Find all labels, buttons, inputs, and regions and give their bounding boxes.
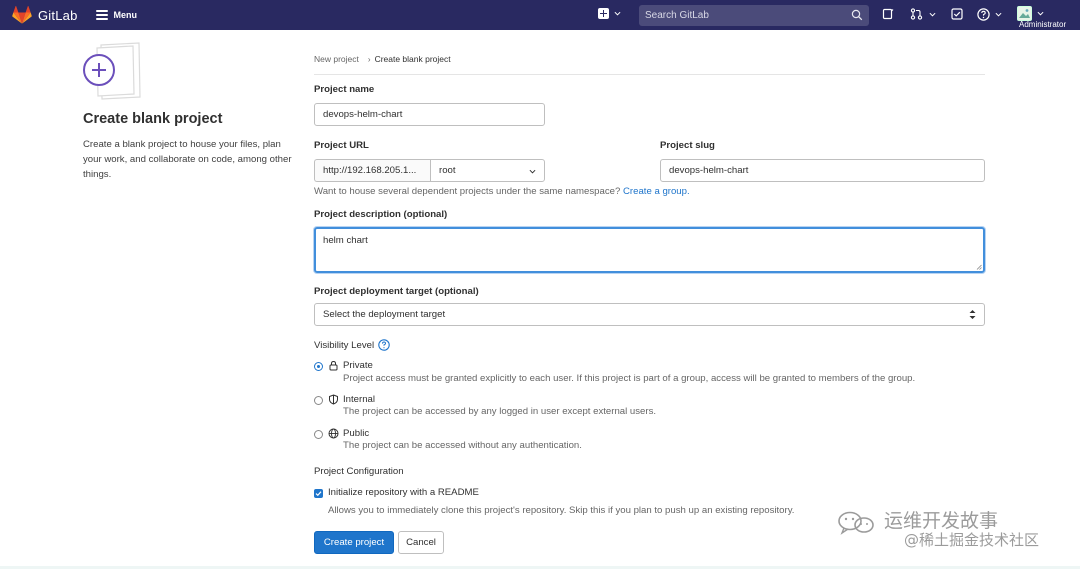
wechat-logo-icon bbox=[838, 511, 874, 535]
visibility-internal-title: Internal bbox=[343, 394, 375, 405]
watermark-subtitle: @稀土掘金技术社区 bbox=[904, 531, 1040, 549]
cancel-button[interactable]: Cancel bbox=[398, 531, 444, 554]
deployment-target-select[interactable]: Select the deployment target bbox=[314, 303, 985, 326]
project-configuration-heading: Project Configuration bbox=[314, 466, 404, 477]
issues-icon bbox=[882, 8, 894, 20]
visibility-public-title: Public bbox=[343, 428, 370, 439]
chevron-down-icon bbox=[1037, 11, 1044, 16]
readme-description: Allows you to immediately clone this pro… bbox=[328, 505, 795, 516]
description-value: helm chart bbox=[323, 235, 368, 246]
search-icon bbox=[851, 9, 863, 21]
project-name-input[interactable] bbox=[323, 109, 544, 120]
readme-checkbox[interactable] bbox=[314, 489, 323, 498]
visibility-public-description: The project can be accessed without any … bbox=[343, 440, 582, 451]
lock-icon bbox=[329, 360, 338, 371]
project-slug-field[interactable] bbox=[660, 159, 985, 182]
page-description: Create a blank project to house your fil… bbox=[83, 139, 292, 180]
namespace-select[interactable]: root bbox=[430, 159, 545, 182]
user-name-label: Administrator bbox=[1019, 20, 1067, 29]
project-name-label: Project name bbox=[314, 84, 375, 95]
resize-handle-icon[interactable] bbox=[976, 264, 982, 270]
check-icon bbox=[315, 491, 322, 497]
create-group-link[interactable]: Create a group. bbox=[623, 186, 690, 197]
visibility-internal-option[interactable]: Internal bbox=[328, 394, 375, 405]
visibility-private-option[interactable]: Private bbox=[328, 360, 373, 371]
chevron-down-icon bbox=[929, 12, 936, 17]
project-name-field[interactable] bbox=[314, 103, 545, 126]
blank-project-illustration-icon bbox=[83, 42, 141, 100]
breadcrumb: New project › Create blank project bbox=[314, 54, 451, 64]
chevron-right-icon: › bbox=[367, 54, 371, 64]
deployment-target-value: Select the deployment target bbox=[323, 309, 446, 320]
description-label: Project description (optional) bbox=[314, 209, 448, 220]
breadcrumb-current: Create blank project bbox=[374, 54, 451, 64]
chevron-down-icon bbox=[995, 12, 1002, 17]
chevron-down-icon bbox=[614, 11, 621, 16]
deployment-target-label: Project deployment target (optional) bbox=[314, 286, 479, 297]
chevron-down-icon bbox=[529, 169, 536, 174]
gitlab-logo-icon bbox=[12, 6, 32, 24]
divider bbox=[314, 74, 985, 75]
visibility-private-radio[interactable] bbox=[314, 362, 323, 371]
brand-name: GitLab bbox=[38, 7, 78, 23]
project-url-prefix: http://192.168.205.1... bbox=[314, 159, 430, 182]
search-input[interactable] bbox=[645, 10, 840, 21]
namespace-value: root bbox=[439, 165, 456, 176]
help-question-icon bbox=[977, 8, 990, 21]
project-url-label: Project URL bbox=[314, 140, 369, 151]
visibility-internal-description: The project can be accessed by any logge… bbox=[343, 406, 657, 417]
user-menu[interactable] bbox=[1017, 6, 1044, 21]
search-box[interactable] bbox=[639, 5, 869, 26]
visibility-label: Visibility Level bbox=[314, 339, 375, 351]
visibility-level-heading: Visibility Level bbox=[314, 339, 390, 351]
plus-square-icon bbox=[598, 8, 609, 19]
new-item-dropdown[interactable] bbox=[598, 8, 621, 19]
visibility-public-option[interactable]: Public bbox=[328, 428, 369, 439]
project-slug-input[interactable] bbox=[669, 165, 984, 176]
todos-nav[interactable] bbox=[951, 8, 963, 20]
issues-nav[interactable] bbox=[882, 8, 894, 20]
shield-icon bbox=[329, 394, 338, 405]
menu-button[interactable]: Menu bbox=[95, 10, 138, 20]
hamburger-icon bbox=[95, 10, 108, 20]
breadcrumb-new-project[interactable]: New project bbox=[314, 54, 359, 64]
create-project-button[interactable]: Create project bbox=[314, 531, 394, 554]
question-circle-icon[interactable] bbox=[378, 339, 390, 351]
description-textarea[interactable]: helm chart bbox=[314, 227, 985, 273]
avatar-placeholder-icon bbox=[1019, 9, 1030, 18]
todo-check-icon bbox=[951, 8, 963, 20]
namespace-help-sentence: Want to house several dependent projects… bbox=[314, 186, 621, 197]
menu-label: Menu bbox=[113, 10, 138, 20]
readme-checkbox-label[interactable]: Initialize repository with a README bbox=[328, 487, 479, 498]
visibility-private-description: Project access must be granted explicitl… bbox=[343, 373, 916, 384]
project-slug-label: Project slug bbox=[660, 140, 715, 151]
page-title: Create blank project bbox=[83, 111, 223, 127]
namespace-help-text: Want to house several dependent projects… bbox=[314, 186, 690, 197]
merge-request-icon bbox=[910, 8, 923, 20]
help-nav[interactable] bbox=[977, 8, 1002, 21]
gitlab-home-link[interactable]: GitLab bbox=[12, 6, 78, 24]
visibility-public-radio[interactable] bbox=[314, 430, 323, 439]
top-navbar: GitLab Menu Administrator bbox=[0, 0, 1080, 30]
visibility-internal-radio[interactable] bbox=[314, 396, 323, 405]
globe-icon bbox=[328, 428, 339, 439]
visibility-private-title: Private bbox=[343, 360, 373, 371]
merge-requests-nav[interactable] bbox=[910, 8, 936, 20]
avatar bbox=[1017, 6, 1032, 21]
select-arrows-icon bbox=[969, 310, 976, 319]
